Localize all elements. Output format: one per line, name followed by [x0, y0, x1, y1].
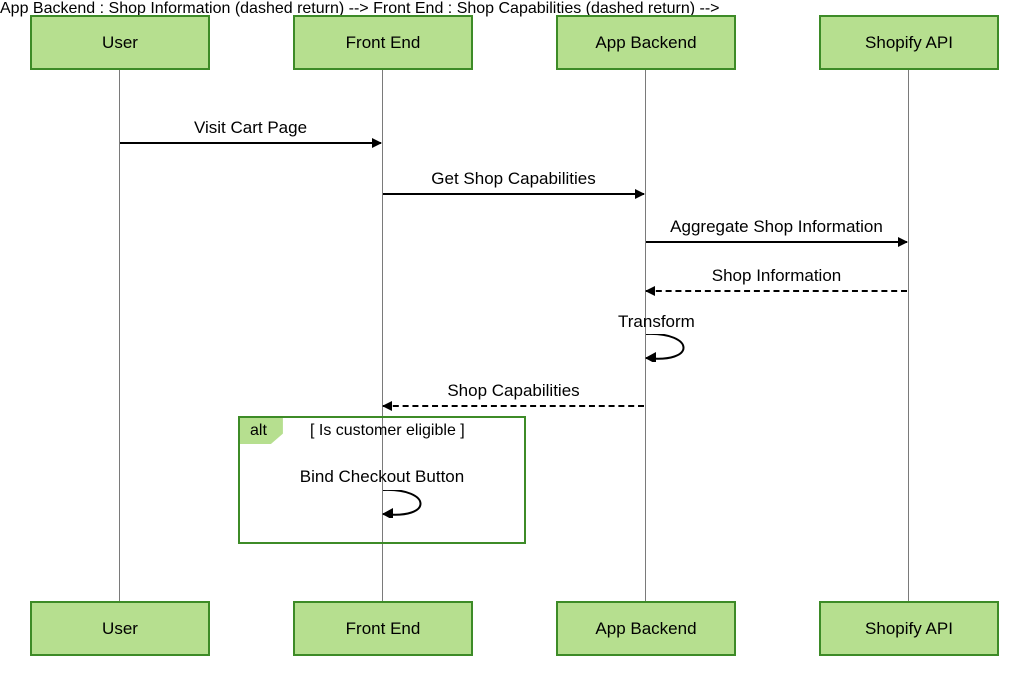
- self-loop-transform: [645, 334, 695, 362]
- actor-user-bottom: User: [30, 601, 210, 656]
- message-label: Visit Cart Page: [120, 118, 381, 138]
- alt-tag: alt: [240, 418, 283, 444]
- actor-label: Shopify API: [865, 33, 953, 53]
- actor-label: Front End: [346, 33, 421, 53]
- actor-label: App Backend: [595, 619, 696, 639]
- message-bind-checkout-button-label: Bind Checkout Button: [286, 467, 478, 487]
- actor-backend-top: App Backend: [556, 15, 736, 70]
- actor-label: User: [102, 33, 138, 53]
- actor-label: App Backend: [595, 33, 696, 53]
- actor-shopify-bottom: Shopify API: [819, 601, 999, 656]
- actor-label: User: [102, 619, 138, 639]
- message-label: Shop Information: [646, 266, 907, 286]
- message-label: Get Shop Capabilities: [383, 169, 644, 189]
- message-transform-label: Transform: [618, 312, 673, 332]
- actor-frontend-bottom: Front End: [293, 601, 473, 656]
- alt-condition: [ Is customer eligible ]: [310, 422, 465, 440]
- actor-label: Front End: [346, 619, 421, 639]
- self-loop-bind-checkout: [382, 490, 432, 518]
- alt-tag-label: alt: [250, 422, 267, 440]
- actor-label: Shopify API: [865, 619, 953, 639]
- message-visit-cart-page: Visit Cart Page: [120, 117, 381, 144]
- message-aggregate-shop-information: Aggregate Shop Information: [646, 216, 907, 243]
- actor-shopify-top: Shopify API: [819, 15, 999, 70]
- actor-user-top: User: [30, 15, 210, 70]
- message-shop-information: Shop Information: [646, 265, 907, 292]
- lifeline-shopify: [908, 70, 909, 601]
- sequence-diagram: User Front End App Backend Shopify API U…: [0, 0, 1024, 677]
- actor-frontend-top: Front End: [293, 15, 473, 70]
- lifeline-user: [119, 70, 120, 601]
- message-get-shop-capabilities: Get Shop Capabilities: [383, 168, 644, 195]
- message-shop-capabilities: Shop Capabilities: [383, 380, 644, 407]
- message-label: Aggregate Shop Information: [646, 217, 907, 237]
- message-label: Shop Capabilities: [383, 381, 644, 401]
- actor-backend-bottom: App Backend: [556, 601, 736, 656]
